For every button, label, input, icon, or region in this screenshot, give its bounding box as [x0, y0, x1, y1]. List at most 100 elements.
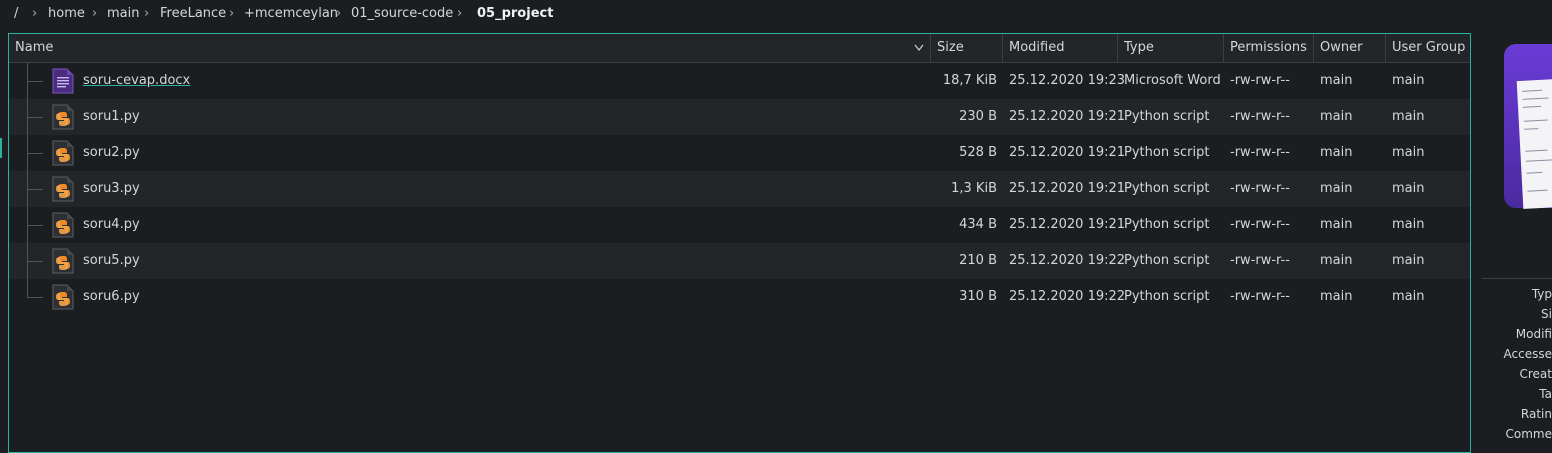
- info-label-accessed: Accesse: [1504, 347, 1552, 361]
- file-size: 230 B: [931, 99, 997, 135]
- file-size: 18,7 KiB: [931, 63, 997, 99]
- tree-branch-line: [27, 171, 49, 207]
- info-panel: Typ Si Modifi Accesse Creat Ta Ratin Com…: [1482, 0, 1552, 444]
- file-size: 1,3 KiB: [931, 171, 997, 207]
- file-modified: 25.12.2020 19:21: [1009, 171, 1125, 207]
- word-document-icon: [52, 68, 74, 94]
- file-group: main: [1392, 207, 1424, 243]
- column-header-owner[interactable]: Owner: [1314, 34, 1386, 62]
- file-row[interactable]: soru4.py434 B25.12.2020 19:21Python scri…: [9, 207, 1470, 243]
- info-label-rating: Ratin: [1521, 407, 1552, 421]
- document-preview-icon: [1517, 79, 1552, 209]
- column-header-bar: Name Size Modified Type Permissions Owne…: [9, 34, 1470, 63]
- column-header-size[interactable]: Size: [931, 34, 1003, 62]
- file-group: main: [1392, 171, 1424, 207]
- column-header-name[interactable]: Name: [9, 34, 931, 62]
- breadcrumb-mcemceylan[interactable]: +mcemceylan: [244, 6, 338, 21]
- column-header-type[interactable]: Type: [1118, 34, 1224, 62]
- column-header-name-label: Name: [15, 40, 53, 55]
- info-panel-divider: [1482, 278, 1552, 279]
- file-name[interactable]: soru1.py: [83, 99, 140, 135]
- breadcrumb-source-code[interactable]: 01_source-code: [351, 6, 453, 21]
- file-name[interactable]: soru6.py: [83, 279, 140, 315]
- breadcrumb-current-folder[interactable]: 05_project: [477, 6, 553, 21]
- tree-branch-line: [27, 135, 49, 171]
- file-modified: 25.12.2020 19:21: [1009, 99, 1125, 135]
- chevron-right-icon: ›: [32, 6, 37, 21]
- file-permissions: -rw-rw-r--: [1230, 207, 1290, 243]
- file-group: main: [1392, 99, 1424, 135]
- file-name[interactable]: soru2.py: [83, 135, 140, 171]
- file-row[interactable]: soru1.py 230 B 25.12.2020 19:21Python scri…: [9, 99, 1470, 135]
- python-file-icon: [52, 248, 74, 274]
- file-permissions: -rw-rw-r--: [1230, 243, 1290, 279]
- info-label-created: Creat: [1520, 367, 1552, 381]
- info-label-comment: Comme: [1506, 427, 1552, 441]
- file-owner: main: [1320, 279, 1352, 315]
- file-type: Python script: [1124, 135, 1209, 171]
- breadcrumb: / › home › main › FreeLance › +mcemceyla…: [0, 0, 1552, 30]
- file-owner: main: [1320, 63, 1352, 99]
- file-group: main: [1392, 279, 1424, 315]
- tree-branch-line: [27, 63, 49, 99]
- file-owner: main: [1320, 243, 1352, 279]
- file-list-view[interactable]: Name Size Modified Type Permissions Owne…: [8, 33, 1471, 453]
- chevron-right-icon: ›: [92, 6, 97, 21]
- python-file-icon: [52, 140, 74, 166]
- file-name[interactable]: soru3.py: [83, 171, 140, 207]
- file-owner: main: [1320, 99, 1352, 135]
- python-file-icon: [52, 176, 74, 202]
- python-file-icon: [52, 212, 74, 238]
- file-row[interactable]: soru2.py 528 B 25.12.2020 19:21Python scri…: [9, 135, 1470, 171]
- file-size: 434 B: [931, 207, 997, 243]
- file-modified: 25.12.2020 19:22: [1009, 243, 1125, 279]
- file-modified: 25.12.2020 19:21: [1009, 135, 1125, 171]
- tree-branch-line: [27, 243, 49, 279]
- file-type: Python script: [1124, 171, 1209, 207]
- file-row[interactable]: soru3.py 1,3 KiB 25.12.2020 19:21Python sc…: [9, 171, 1470, 207]
- view-side-indicator: [0, 138, 2, 158]
- file-row[interactable]: soru6.py 310 B 25.12.2020 19:22Python scri…: [9, 279, 1470, 315]
- file-modified: 25.12.2020 19:21: [1009, 207, 1125, 243]
- file-group: main: [1392, 63, 1424, 99]
- file-group: main: [1392, 243, 1424, 279]
- column-header-modified[interactable]: Modified: [1003, 34, 1118, 62]
- breadcrumb-home[interactable]: home: [48, 6, 85, 21]
- column-header-user-group[interactable]: User Group: [1386, 34, 1470, 62]
- file-owner: main: [1320, 171, 1352, 207]
- info-label-modified: Modifi: [1516, 327, 1552, 341]
- breadcrumb-freelance[interactable]: FreeLance: [160, 6, 226, 21]
- file-owner: main: [1320, 135, 1352, 171]
- file-size: 310 B: [931, 279, 997, 315]
- file-row[interactable]: soru5.py 210 B 25.12.2020 19:22Python scri…: [9, 243, 1470, 279]
- file-name[interactable]: soru4.py: [83, 207, 140, 243]
- file-owner: main: [1320, 207, 1352, 243]
- breadcrumb-main[interactable]: main: [107, 6, 139, 21]
- file-type: Microsoft Word: [1124, 63, 1221, 99]
- file-type: Python script: [1124, 279, 1209, 315]
- tree-branch-line: [27, 279, 49, 315]
- file-size: 210 B: [931, 243, 997, 279]
- tree-branch-line: [27, 207, 49, 243]
- chevron-right-icon: ›: [336, 6, 341, 21]
- file-group: main: [1392, 135, 1424, 171]
- python-file-icon: [52, 104, 74, 130]
- chevron-right-icon: ›: [457, 6, 462, 21]
- file-name[interactable]: soru-cevap.docx: [83, 63, 190, 99]
- file-modified: 25.12.2020 19:22: [1009, 279, 1125, 315]
- breadcrumb-root[interactable]: /: [14, 6, 18, 21]
- column-header-permissions[interactable]: Permissions: [1224, 34, 1314, 62]
- file-row[interactable]: soru-cevap.docx 18,7 KiB 25.12.2020 19:23M…: [9, 63, 1470, 99]
- python-file-icon: [52, 284, 74, 310]
- file-permissions: -rw-rw-r--: [1230, 135, 1290, 171]
- info-label-tags: Ta: [1539, 387, 1552, 401]
- tree-branch-line: [27, 99, 49, 135]
- file-size: 528 B: [931, 135, 997, 171]
- info-label-type: Typ: [1532, 287, 1552, 301]
- file-permissions: -rw-rw-r--: [1230, 171, 1290, 207]
- file-type: Python script: [1124, 243, 1209, 279]
- file-name[interactable]: soru5.py: [83, 243, 140, 279]
- file-modified: 25.12.2020 19:23: [1009, 63, 1125, 99]
- file-permissions: -rw-rw-r--: [1230, 279, 1290, 315]
- file-type: Python script: [1124, 99, 1209, 135]
